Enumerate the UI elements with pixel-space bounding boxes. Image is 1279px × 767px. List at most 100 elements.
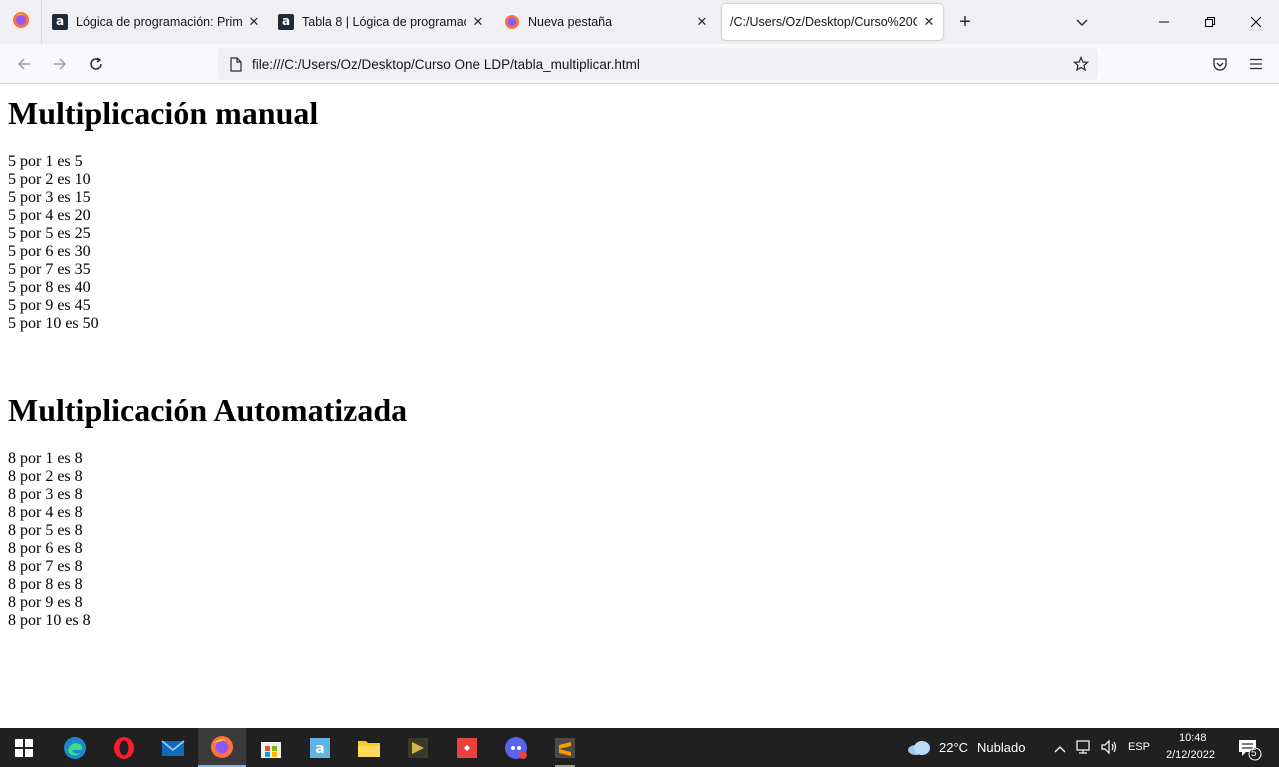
taskbar-opera[interactable] bbox=[100, 728, 148, 767]
sublime-text-icon bbox=[555, 737, 575, 758]
alura-app-icon: a bbox=[310, 737, 330, 758]
weather-cloud-icon[interactable] bbox=[906, 738, 932, 761]
taskbar-winamp[interactable] bbox=[394, 728, 442, 767]
tab-title: /C:/Users/Oz/Desktop/Curso%20On bbox=[730, 15, 917, 29]
tab-title: Lógica de programación: Prime bbox=[76, 15, 242, 29]
edge-icon bbox=[64, 736, 86, 759]
bookmark-star-icon[interactable] bbox=[1072, 55, 1090, 73]
firefox-icon bbox=[504, 14, 520, 30]
table-line: 8 por 3 es 8 bbox=[8, 486, 83, 503]
table-line: 8 por 10 es 8 bbox=[8, 612, 91, 629]
close-window-button[interactable] bbox=[1233, 0, 1279, 44]
list-all-tabs-button[interactable] bbox=[1072, 12, 1092, 32]
pocket-icon bbox=[1213, 58, 1227, 71]
plus-icon: + bbox=[959, 10, 971, 33]
close-icon[interactable]: ✕ bbox=[921, 14, 937, 30]
pocket-button[interactable] bbox=[1208, 52, 1232, 76]
arrow-left-icon bbox=[17, 58, 30, 70]
tab-title: Nueva pestaña bbox=[528, 15, 613, 29]
page-icon bbox=[228, 56, 244, 72]
chevron-down-icon bbox=[1076, 19, 1088, 27]
notification-count: 5 bbox=[1251, 748, 1257, 759]
table-line: 5 por 8 es 40 bbox=[8, 279, 91, 296]
tab-1[interactable]: a Lógica de programación: Prime ✕ bbox=[52, 0, 262, 44]
table-line: 8 por 8 es 8 bbox=[8, 576, 83, 593]
table-line: 8 por 6 es 8 bbox=[8, 540, 83, 557]
taskbar-git[interactable] bbox=[443, 728, 491, 767]
taskbar-alura[interactable]: a bbox=[296, 728, 344, 767]
table-line: 5 por 4 es 20 bbox=[8, 207, 91, 224]
git-icon bbox=[457, 737, 477, 758]
start-button[interactable] bbox=[0, 728, 48, 767]
table-line: 8 por 2 es 8 bbox=[8, 468, 83, 485]
navigation-toolbar: file:///C:/Users/Oz/Desktop/Curso One LD… bbox=[0, 44, 1279, 84]
close-icon[interactable]: ✕ bbox=[470, 14, 486, 30]
file-explorer-icon bbox=[358, 740, 380, 757]
back-button[interactable] bbox=[12, 52, 36, 76]
language-indicator[interactable]: ESP bbox=[1128, 741, 1150, 753]
automated-table: 8 por 1 es 8 8 por 2 es 8 8 por 3 es 8 8… bbox=[8, 450, 91, 630]
winamp-icon bbox=[408, 737, 428, 758]
forward-button[interactable] bbox=[48, 52, 72, 76]
firefox-icon bbox=[12, 11, 30, 34]
new-tab-button[interactable]: + bbox=[953, 10, 977, 34]
manual-table: 5 por 1 es 5 5 por 2 es 10 5 por 3 es 15… bbox=[8, 153, 99, 333]
taskbar-mail[interactable] bbox=[149, 728, 197, 767]
alura-icon: a bbox=[52, 14, 68, 30]
store-icon bbox=[261, 741, 281, 758]
start-icon bbox=[15, 738, 33, 757]
table-line: 8 por 5 es 8 bbox=[8, 522, 83, 539]
app-menu-button[interactable] bbox=[1244, 52, 1268, 76]
table-line: 5 por 7 es 35 bbox=[8, 261, 91, 278]
tab-title: Tabla 8 | Lógica de programació bbox=[302, 15, 466, 29]
opera-icon bbox=[114, 736, 134, 759]
table-line: 8 por 9 es 8 bbox=[8, 594, 83, 611]
close-icon bbox=[1250, 16, 1262, 28]
network-icon[interactable] bbox=[1076, 739, 1094, 760]
hamburger-menu-icon bbox=[1250, 58, 1262, 70]
firefox-icon bbox=[211, 735, 233, 758]
taskbar-edge[interactable] bbox=[51, 728, 99, 767]
restore-button[interactable] bbox=[1187, 0, 1233, 44]
taskbar-firefox[interactable] bbox=[198, 728, 246, 767]
mail-icon bbox=[161, 739, 185, 756]
volume-icon[interactable] bbox=[1100, 739, 1118, 760]
arrow-right-icon bbox=[54, 58, 67, 70]
taskbar-file-explorer[interactable] bbox=[345, 728, 393, 767]
weather-temp[interactable]: 22°C bbox=[939, 740, 968, 755]
url-bar[interactable]: file:///C:/Users/Oz/Desktop/Curso One LD… bbox=[218, 48, 1098, 80]
page-content: Multiplicación manual 5 por 1 es 5 5 por… bbox=[0, 85, 1279, 728]
clock-date[interactable]: 2/12/2022 bbox=[1166, 749, 1215, 761]
table-line: 5 por 3 es 15 bbox=[8, 189, 91, 206]
table-line: 5 por 1 es 5 bbox=[8, 153, 83, 170]
table-line: 5 por 2 es 10 bbox=[8, 171, 91, 188]
chevron-up-icon[interactable] bbox=[1053, 741, 1067, 759]
heading-manual: Multiplicación manual bbox=[8, 95, 319, 131]
firefox-menu-button[interactable] bbox=[0, 0, 42, 44]
taskbar: a 22°C Nublado ESP 10:48 2/12/2022 5 bbox=[0, 728, 1279, 767]
reload-button[interactable] bbox=[84, 52, 108, 76]
clock-time[interactable]: 10:48 bbox=[1179, 732, 1207, 744]
weather-condition[interactable]: Nublado bbox=[977, 740, 1025, 755]
table-line: 8 por 1 es 8 bbox=[8, 450, 83, 467]
table-line: 5 por 9 es 45 bbox=[8, 297, 91, 314]
restore-icon bbox=[1205, 17, 1215, 27]
url-text[interactable]: file:///C:/Users/Oz/Desktop/Curso One LD… bbox=[252, 57, 640, 72]
tab-2[interactable]: a Tabla 8 | Lógica de programació ✕ bbox=[278, 0, 486, 44]
tab-4-active[interactable]: /C:/Users/Oz/Desktop/Curso%20On ✕ bbox=[722, 4, 943, 40]
tab-3[interactable]: Nueva pestaña ✕ bbox=[504, 0, 710, 44]
taskbar-discord[interactable] bbox=[492, 728, 540, 767]
taskbar-store[interactable] bbox=[247, 728, 295, 767]
discord-icon bbox=[505, 736, 527, 759]
alura-icon: a bbox=[278, 14, 294, 30]
table-line: 8 por 7 es 8 bbox=[8, 558, 83, 575]
heading-automated: Multiplicación Automatizada bbox=[8, 392, 408, 428]
taskbar-sublime[interactable] bbox=[541, 728, 589, 767]
table-line: 5 por 10 es 50 bbox=[8, 315, 99, 332]
minimize-icon bbox=[1159, 21, 1169, 23]
minimize-button[interactable] bbox=[1141, 0, 1187, 44]
close-icon[interactable]: ✕ bbox=[246, 14, 262, 30]
table-line: 5 por 5 es 25 bbox=[8, 225, 91, 242]
table-line: 8 por 4 es 8 bbox=[8, 504, 83, 521]
close-icon[interactable]: ✕ bbox=[694, 14, 710, 30]
